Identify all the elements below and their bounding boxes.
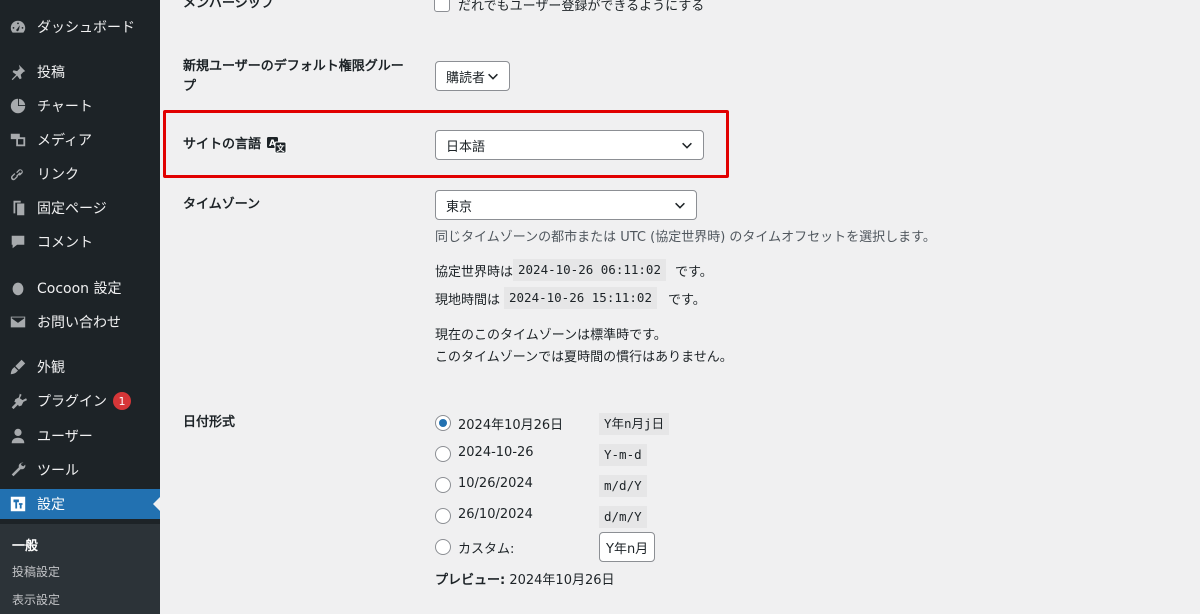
date-format-radio-option-1[interactable] — [435, 415, 451, 431]
sidebar-item-users[interactable]: ユーザー — [0, 421, 160, 451]
sidebar-item-appearance[interactable]: 外観 — [0, 352, 160, 382]
date-format-radio-option-4[interactable] — [435, 508, 451, 524]
dashboard-icon — [9, 18, 27, 36]
timezone-value: 東京 — [446, 199, 473, 215]
sidebar-item-label: ツール — [37, 463, 79, 479]
sidebar-item-chart[interactable]: チャート — [0, 91, 160, 121]
default-role-select[interactable]: 購読者 — [435, 61, 510, 91]
membership-checkbox[interactable] — [434, 0, 450, 12]
settings-submenu: 一般 投稿設定 表示設定 — [0, 524, 160, 614]
sidebar-item-label: コメント — [37, 235, 93, 251]
sidebar-item-label: 固定ページ — [37, 201, 107, 217]
sidebar-item-label: ユーザー — [37, 429, 93, 445]
date-format-preview-label: プレビュー: — [435, 573, 506, 588]
chevron-down-icon — [486, 69, 500, 83]
user-icon — [9, 427, 27, 445]
utc-time-value: 2024-10-26 06:11:02 — [513, 259, 666, 281]
wrench-icon — [9, 461, 27, 479]
submenu-item-writing[interactable]: 投稿設定 — [12, 563, 60, 580]
custom-date-format-input[interactable]: Y年n月 — [599, 532, 655, 562]
date-format-preview-value: 2024年10月26日 — [509, 573, 615, 588]
date-format-radio-custom[interactable] — [435, 539, 451, 555]
timezone-select[interactable]: 東京 — [435, 190, 697, 220]
sidebar-item-posts[interactable]: 投稿 — [0, 57, 160, 87]
date-format-option-label: 2024年10月26日 — [458, 418, 564, 433]
sidebar-item-label: お問い合わせ — [37, 315, 121, 331]
local-time-value: 2024-10-26 15:11:02 — [504, 287, 657, 309]
date-format-label: 日付形式 — [183, 415, 236, 430]
date-format-code: Y年n月j日 — [599, 413, 670, 435]
utc-time-prefix: 協定世界時は — [435, 265, 514, 280]
local-time-prefix: 現地時間は — [435, 293, 501, 308]
sidebar-item-label: 設定 — [37, 497, 65, 513]
sidebar-item-plugins[interactable]: プラグイン 1 — [0, 386, 160, 416]
admin-sidebar: ダッシュボード 投稿 チャート メディア リンク 固定ページ コメント Coco… — [0, 0, 161, 614]
comment-icon — [9, 233, 27, 251]
timezone-label: タイムゾーン — [183, 197, 261, 212]
custom-date-format-value: Y年n月 — [606, 541, 649, 557]
sidebar-item-label: ダッシュボード — [37, 20, 135, 36]
chart-icon — [9, 97, 27, 115]
date-format-radio-option-3[interactable] — [435, 477, 451, 493]
timezone-note-standard: 現在のこのタイムゾーンは標準時です。 — [435, 328, 667, 343]
date-format-option-label: 10/26/2024 — [458, 476, 533, 491]
sidebar-item-label: チャート — [37, 99, 93, 115]
date-format-preview: プレビュー: 2024年10月26日 — [435, 569, 615, 588]
date-format-code: m/d/Y — [599, 475, 647, 497]
plugin-icon — [9, 392, 27, 410]
sidebar-item-label: Cocoon 設定 — [37, 281, 122, 297]
sidebar-item-cocoon[interactable]: Cocoon 設定 — [0, 273, 160, 303]
default-role-label: 新規ユーザーのデフォルト権限グループ — [183, 59, 404, 94]
utc-time-suffix: です。 — [675, 265, 713, 280]
update-count-badge: 1 — [113, 392, 131, 410]
timezone-note-dst: このタイムゾーンでは夏時間の慣行はありません。 — [435, 350, 733, 365]
sidebar-item-label: 投稿 — [37, 65, 65, 81]
sidebar-item-label: 外観 — [37, 360, 65, 376]
sidebar-item-settings[interactable]: 設定 — [0, 489, 161, 519]
sidebar-item-media[interactable]: メディア — [0, 125, 160, 155]
timezone-description: 同じタイムゾーンの都市または UTC (協定世界時) のタイムオフセットを選択し… — [435, 230, 936, 245]
appearance-icon — [9, 358, 27, 376]
default-role-value: 購読者 — [446, 70, 486, 86]
site-language-highlight-box — [163, 110, 729, 178]
submenu-item-general[interactable]: 一般 — [12, 535, 38, 554]
mail-icon — [9, 313, 27, 331]
submenu-item-reading[interactable]: 表示設定 — [12, 591, 60, 608]
cocoon-icon — [9, 279, 27, 297]
sidebar-item-contact[interactable]: お問い合わせ — [0, 307, 160, 337]
pin-icon — [9, 63, 27, 81]
date-format-option-label: カスタム: — [458, 542, 515, 557]
date-format-option-label: 2024-10-26 — [458, 445, 534, 460]
date-format-option-label: 26/10/2024 — [458, 507, 533, 522]
date-format-code: d/m/Y — [599, 506, 647, 528]
membership-checkbox-label: だれでもユーザー登録ができるようにする — [458, 0, 705, 14]
sidebar-item-links[interactable]: リンク — [0, 159, 160, 189]
sidebar-item-pages[interactable]: 固定ページ — [0, 193, 160, 223]
settings-main: メンバーシップ だれでもユーザー登録ができるようにする 新規ユーザーのデフォルト… — [160, 0, 1200, 614]
sidebar-item-label: メディア — [37, 133, 93, 149]
link-icon — [9, 165, 27, 183]
page-icon — [9, 199, 27, 217]
settings-icon — [9, 495, 27, 513]
chevron-down-icon — [673, 198, 687, 212]
sidebar-item-tools[interactable]: ツール — [0, 455, 160, 485]
sidebar-item-label: リンク — [37, 167, 79, 183]
sidebar-item-comments[interactable]: コメント — [0, 227, 160, 257]
local-time-suffix: です。 — [668, 293, 706, 308]
date-format-radio-option-2[interactable] — [435, 446, 451, 462]
sidebar-item-label: プラグイン — [37, 394, 107, 410]
date-format-code: Y-m-d — [599, 444, 647, 466]
media-icon — [9, 131, 27, 149]
membership-label: メンバーシップ — [183, 0, 274, 11]
sidebar-item-dashboard[interactable]: ダッシュボード — [0, 12, 160, 42]
